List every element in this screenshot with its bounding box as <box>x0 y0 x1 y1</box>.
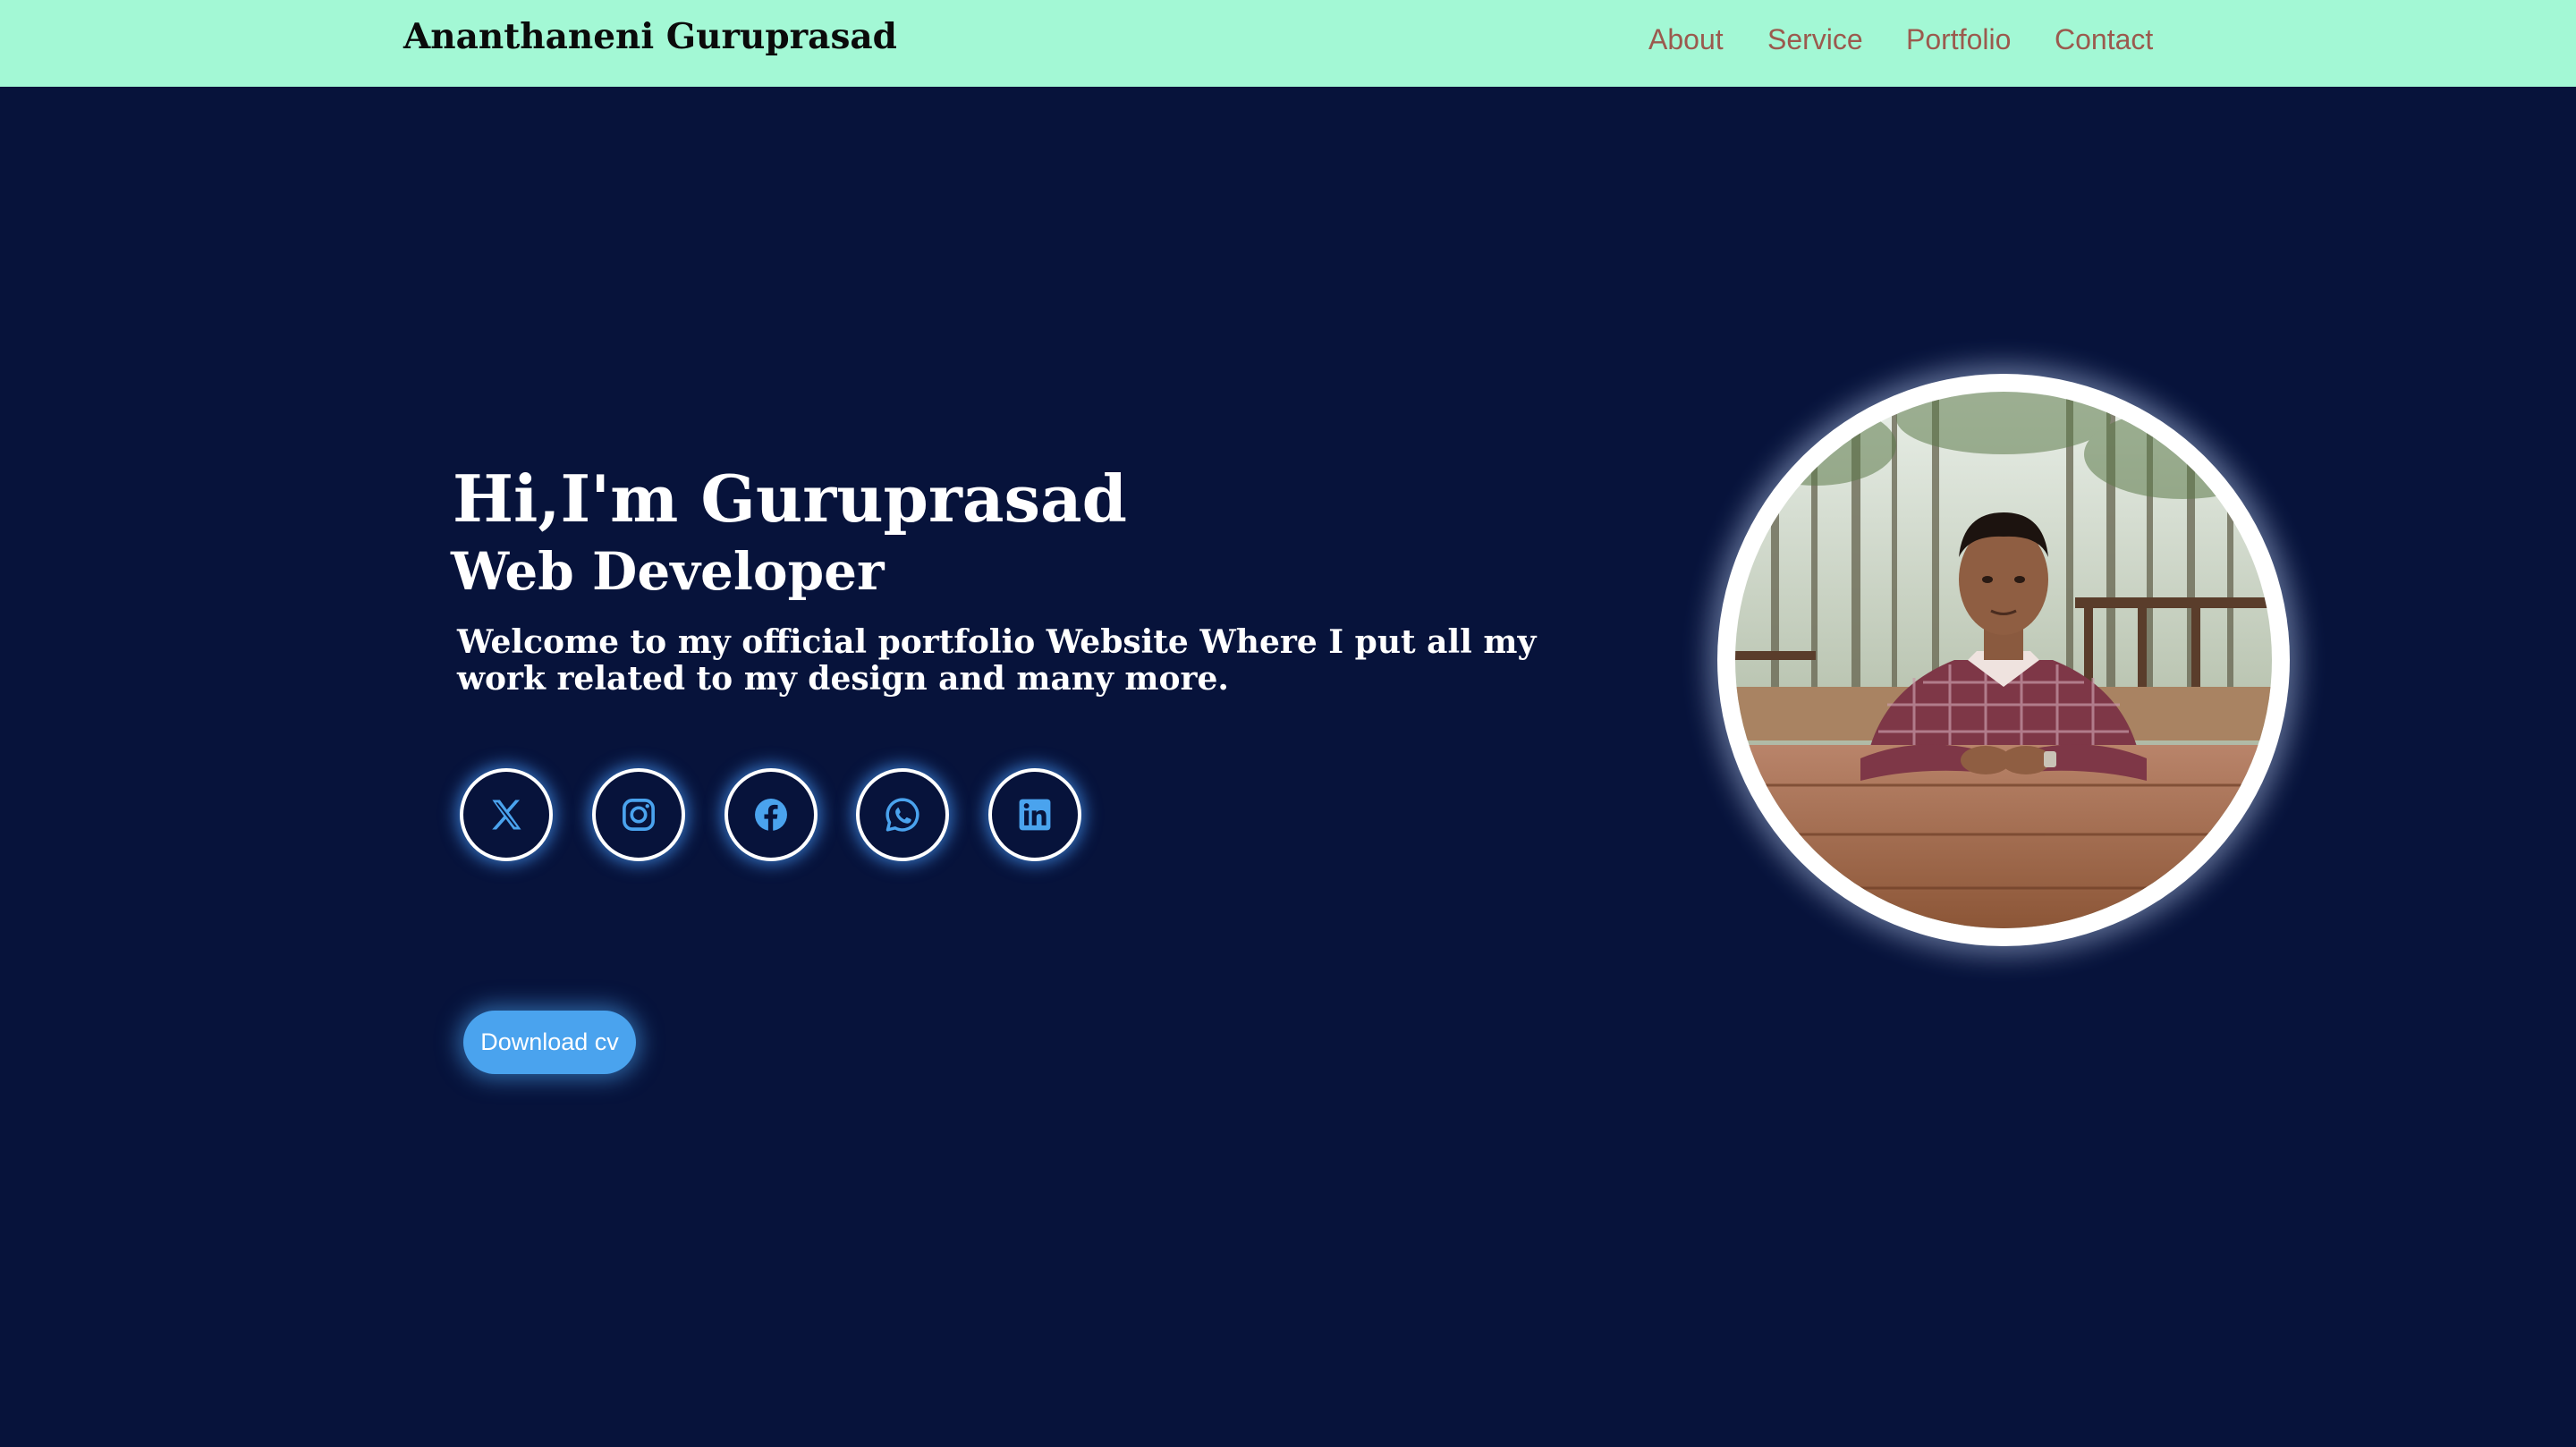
nav-about-link[interactable]: About <box>1648 23 1724 56</box>
instagram-icon <box>623 799 655 831</box>
hero-role: Web Developer <box>451 541 885 602</box>
profile-photo <box>1735 392 2272 928</box>
whatsapp-icon <box>886 798 919 832</box>
linkedin-link[interactable] <box>988 768 1081 861</box>
hero-description: Welcome to my official portfolio Website… <box>457 623 1537 698</box>
nav-service-link[interactable]: Service <box>1767 23 1863 56</box>
instagram-link[interactable] <box>592 768 685 861</box>
facebook-link[interactable] <box>724 768 818 861</box>
hero-title: Hi,I'm Guruprasad <box>453 461 1127 537</box>
linkedin-icon <box>1019 799 1051 831</box>
facebook-icon <box>755 799 787 831</box>
site-header: Ananthaneni Guruprasad About Service Por… <box>0 0 2576 87</box>
whatsapp-link[interactable] <box>856 768 949 861</box>
x-icon <box>492 800 521 830</box>
nav-contact-link[interactable]: Contact <box>2055 23 2153 56</box>
x-link[interactable] <box>460 768 553 861</box>
profile-photo-frame <box>1717 374 2290 946</box>
nav-portfolio-link[interactable]: Portfolio <box>1906 23 2011 56</box>
brand-name[interactable]: Ananthaneni Guruprasad <box>403 16 897 57</box>
profile-photo-illustration <box>1735 392 2272 928</box>
download-cv-button[interactable]: Download cv <box>463 1011 636 1074</box>
